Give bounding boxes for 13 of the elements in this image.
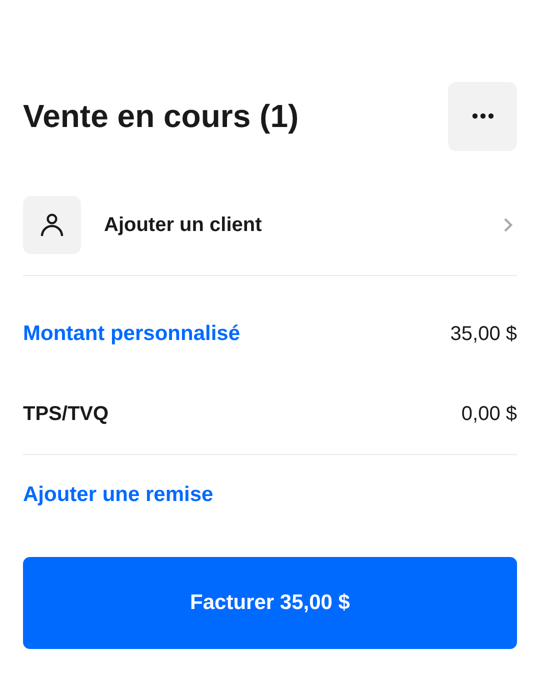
- chevron-icon: [503, 217, 513, 233]
- line-amount: 0,00 $: [461, 402, 517, 426]
- customer-row[interactable]: Ajouter un client: [23, 196, 517, 254]
- line-amount: 35,00 $: [450, 322, 517, 346]
- more-icon: [472, 113, 494, 119]
- discount-link[interactable]: Ajouter une remise: [23, 483, 214, 507]
- amount-link[interactable]: Montant personnalisé: [23, 322, 240, 346]
- page-title: Vente en cours (1): [23, 98, 299, 134]
- person-icon: [23, 196, 81, 254]
- line-label: TPS/TVQ: [23, 402, 109, 426]
- charge-button[interactable]: Facturer 35,00 $: [23, 557, 517, 649]
- customer-label: Ajouter un client: [104, 214, 263, 236]
- more-button[interactable]: [448, 82, 517, 150]
